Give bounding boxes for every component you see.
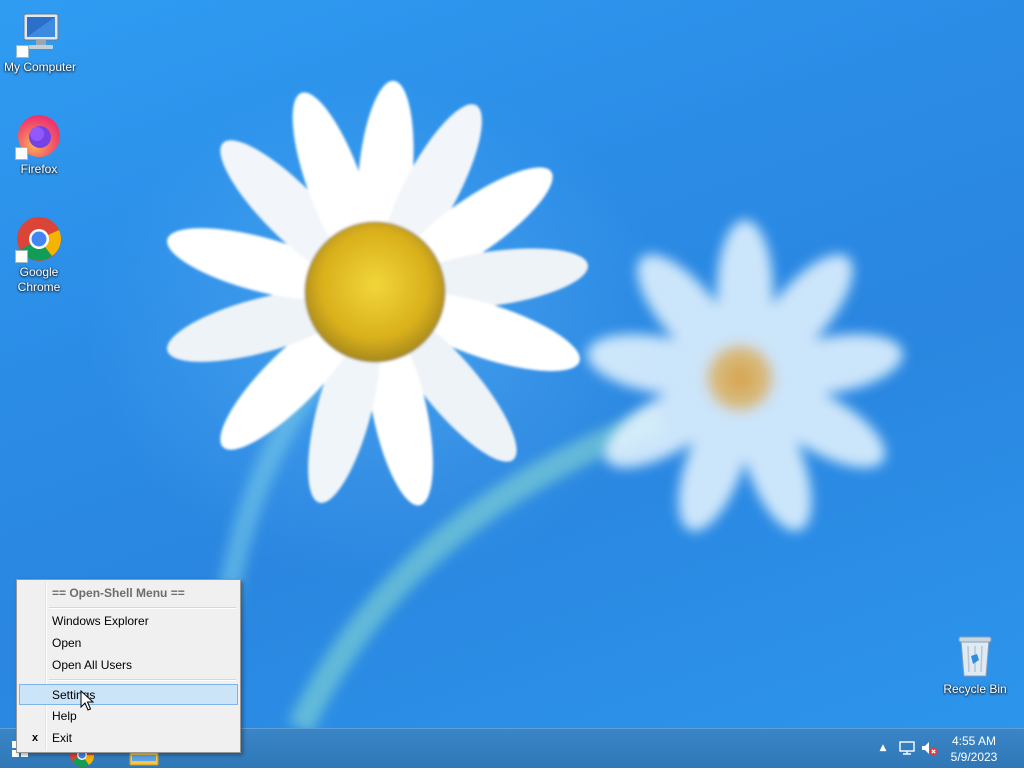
clock-time: 4:55 AM bbox=[951, 734, 997, 748]
open-shell-context-menu: == Open-Shell Menu == Windows Explorer O… bbox=[16, 579, 241, 753]
desktop-icon-label: My Computer bbox=[3, 60, 77, 74]
menu-separator bbox=[49, 607, 236, 609]
menu-separator bbox=[49, 679, 236, 681]
exit-checkmark: x bbox=[31, 732, 39, 744]
desktop-icon-google-chrome[interactable]: Google Chrome bbox=[0, 215, 79, 295]
my-computer-icon bbox=[16, 10, 64, 58]
menu-item-help[interactable]: Help bbox=[19, 706, 238, 727]
firefox-icon bbox=[15, 112, 63, 160]
volume-muted-icon[interactable] bbox=[920, 739, 938, 757]
menu-item-open-all-users[interactable]: Open All Users bbox=[19, 655, 238, 676]
desktop-icon-label: Recycle Bin bbox=[943, 682, 1007, 696]
menu-item-label: Exit bbox=[52, 731, 73, 745]
network-icon[interactable] bbox=[898, 739, 916, 757]
shortcut-arrow-icon bbox=[16, 45, 29, 58]
show-hidden-icons-button[interactable]: ▲ bbox=[876, 741, 890, 755]
menu-item-open[interactable]: Open bbox=[19, 633, 238, 654]
menu-item-label: Open bbox=[52, 636, 82, 650]
menu-item-label: Help bbox=[52, 709, 77, 723]
menu-item-windows-explorer[interactable]: Windows Explorer bbox=[19, 611, 238, 632]
taskbar-clock[interactable]: 4:55 AM 5/9/2023 bbox=[944, 733, 1004, 765]
clock-date: 5/9/2023 bbox=[950, 750, 998, 764]
shortcut-arrow-icon bbox=[15, 147, 28, 160]
mouse-pointer-icon bbox=[80, 690, 94, 711]
chrome-icon bbox=[15, 215, 63, 263]
desktop-icon-label: Google bbox=[19, 265, 59, 279]
menu-item-exit[interactable]: x Exit bbox=[19, 728, 238, 749]
menu-item-label: Windows Explorer bbox=[52, 614, 149, 628]
menu-header: == Open-Shell Menu == bbox=[19, 583, 238, 604]
desktop-icon-recycle-bin[interactable]: Recycle Bin bbox=[935, 632, 1015, 697]
recycle-bin-icon bbox=[951, 632, 999, 680]
shortcut-arrow-icon bbox=[15, 250, 28, 263]
desktop-icon-firefox[interactable]: Firefox bbox=[0, 112, 79, 177]
desktop-icon-label: Firefox bbox=[20, 162, 58, 176]
desktop-icon-label-line2: Chrome bbox=[17, 280, 61, 294]
menu-header-label: == Open-Shell Menu == bbox=[52, 586, 185, 600]
menu-item-settings[interactable]: Settings bbox=[19, 684, 238, 705]
desktop-icon-my-computer[interactable]: My Computer bbox=[0, 10, 80, 75]
menu-item-label: Open All Users bbox=[52, 658, 133, 672]
